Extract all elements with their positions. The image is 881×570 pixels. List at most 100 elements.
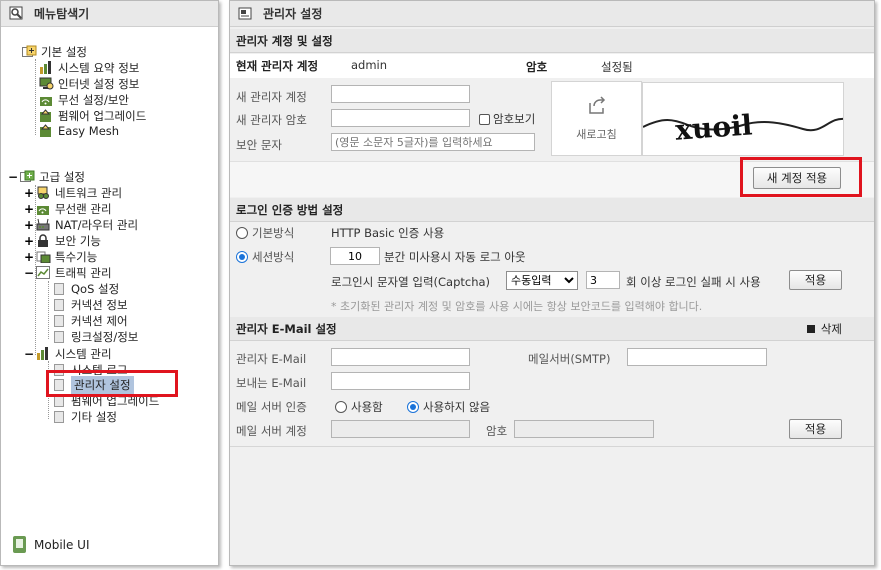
login-captcha-label: 로그인시 문자열 입력(Captcha) — [331, 275, 491, 289]
tree-item-system-management[interactable]: − 시스템 관리 — [24, 346, 112, 361]
menu-explorer-title: 메뉴탐색기 — [34, 7, 90, 21]
captcha-mode-select[interactable]: 수동입력 — [506, 271, 578, 290]
current-account-value: admin — [351, 58, 388, 72]
password-label: 암호 — [526, 60, 548, 74]
expand-icon[interactable]: + — [24, 202, 34, 216]
page-icon — [54, 330, 64, 343]
tree-item-traffic[interactable]: − 트래픽 관리 — [24, 265, 112, 280]
new-pw-input[interactable] — [331, 109, 470, 127]
session-minutes-input[interactable] — [330, 247, 380, 265]
captcha-text: xuoil — [674, 108, 753, 146]
traffic-chart-icon — [36, 266, 51, 279]
new-pw-label: 새 관리자 암호 — [236, 113, 307, 127]
expand-icon[interactable]: + — [24, 234, 34, 248]
tree-item-link-settings[interactable]: 링크설정/정보 — [54, 329, 138, 344]
captcha-input[interactable] — [331, 133, 535, 151]
tree-item-connection-info[interactable]: 커넥션 정보 — [54, 297, 128, 312]
network-icon — [36, 186, 51, 199]
session-auth-radio[interactable]: 세션방식 — [236, 249, 294, 265]
mesh-icon — [39, 124, 54, 137]
collapse-icon[interactable]: − — [24, 347, 34, 361]
refresh-icon — [588, 95, 605, 114]
captcha-image: xuoil — [642, 82, 844, 156]
account-section-header: 관리자 계정 및 설정 — [230, 29, 874, 53]
bar-chart-icon — [39, 61, 54, 74]
tree-item-connection-control[interactable]: 커넥션 제어 — [54, 313, 128, 328]
search-icon — [9, 6, 24, 21]
page-icon — [54, 282, 64, 295]
tree-basic-settings[interactable]: 기본 설정 — [22, 44, 87, 59]
delete-email-button[interactable]: 삭제 — [806, 321, 842, 337]
tree-item-network[interactable]: + 네트워크 관리 — [24, 185, 122, 200]
globe-computer-icon — [39, 77, 54, 90]
radio-off-icon[interactable] — [236, 227, 248, 239]
tree-item-easy-mesh[interactable]: Easy Mesh — [39, 123, 119, 138]
tree-item-internet-info[interactable]: 인터넷 설정 정보 — [39, 76, 139, 91]
tree-item-other-settings[interactable]: 기타 설정 — [54, 409, 117, 424]
tree-item-qos[interactable]: QoS 설정 — [54, 281, 119, 296]
smtp-label: 메일서버(SMTP) — [528, 352, 611, 366]
expand-icon[interactable]: + — [24, 218, 34, 232]
radio-on-icon[interactable] — [236, 251, 248, 263]
email-apply-button[interactable]: 적용 — [789, 419, 842, 439]
page-title: 관리자 설정 — [263, 7, 323, 21]
firmware-icon — [39, 109, 54, 122]
page-icon — [54, 314, 64, 327]
delete-icon — [806, 324, 815, 333]
mobile-phone-icon — [13, 536, 26, 553]
mail-pw-input[interactable] — [514, 420, 654, 438]
tree-item-wlan[interactable]: + 무선랜 관리 — [24, 201, 112, 216]
tree-item-security[interactable]: + 보안 기능 — [24, 233, 101, 248]
window-icon — [238, 6, 253, 21]
expand-icon[interactable]: + — [24, 250, 34, 264]
tree-item-nat-router[interactable]: + NAT/라우터 관리 — [24, 217, 138, 232]
smtp-input[interactable] — [627, 348, 767, 366]
collapse-icon[interactable]: − — [8, 170, 18, 184]
mail-account-input[interactable] — [331, 420, 470, 438]
basic-auth-radio[interactable]: 기본방식 — [236, 225, 294, 241]
new-id-label: 새 관리자 계정 — [236, 90, 307, 104]
mobile-ui-link[interactable]: Mobile UI — [13, 536, 90, 553]
mail-auth-label: 메일 서버 인증 — [236, 400, 307, 414]
login-section-header: 로그인 인증 방법 설정 — [230, 198, 874, 222]
bar-chart-icon — [36, 347, 51, 360]
folder-settings-icon — [20, 170, 35, 183]
menu-explorer-header: 메뉴탐색기 — [1, 1, 218, 27]
tree-basic-settings-label: 기본 설정 — [41, 44, 87, 59]
tree-item-wireless-security[interactable]: 무선 설정/보안 — [39, 92, 129, 107]
expand-icon[interactable]: + — [24, 186, 34, 200]
tree-item-special[interactable]: + 특수기능 — [24, 249, 97, 264]
login-apply-button[interactable]: 적용 — [789, 270, 842, 290]
email-section-header: 관리자 E-Mail 설정 삭제 — [230, 317, 874, 341]
page-icon — [54, 410, 64, 423]
captcha-label: 보안 문자 — [236, 138, 282, 152]
password-status: 설정됨 — [601, 60, 633, 74]
lock-icon — [36, 234, 51, 247]
special-function-icon — [36, 250, 51, 264]
admin-email-label: 관리자 E-Mail — [236, 352, 307, 366]
show-password-checkbox[interactable]: 암호보기 — [479, 111, 535, 127]
login-note: * 초기화된 관리자 계정 및 암호를 사용 시에는 항상 보안코드를 입력해야… — [331, 300, 703, 313]
radio-off-icon[interactable] — [335, 401, 347, 413]
folder-settings-icon — [22, 45, 37, 58]
auth-none-radio[interactable]: 사용하지 않음 — [407, 399, 490, 415]
admin-email-input[interactable] — [331, 348, 470, 366]
router-icon — [36, 218, 51, 231]
mail-pw-label: 암호 — [486, 424, 508, 438]
checkbox-icon[interactable] — [479, 113, 490, 125]
new-id-input[interactable] — [331, 85, 470, 103]
refresh-button[interactable]: 새로고침 — [551, 81, 642, 156]
basic-auth-desc: HTTP Basic 인증 사용 — [331, 226, 445, 240]
auth-use-radio[interactable]: 사용함 — [335, 399, 383, 415]
wifi-icon — [39, 93, 54, 106]
tree-item-system-summary[interactable]: 시스템 요약 정보 — [39, 60, 139, 75]
sender-email-input[interactable] — [331, 372, 470, 390]
content-panel: 관리자 설정 관리자 계정 및 설정 현재 관리자 계정 admin 암호 설정… — [229, 0, 875, 566]
tree-advanced-settings[interactable]: − 고급 설정 — [8, 169, 85, 184]
tree-item-firmware-upgrade[interactable]: 펌웨어 업그레이드 — [39, 108, 146, 123]
radio-on-icon[interactable] — [407, 401, 419, 413]
page-icon — [54, 298, 64, 311]
fail-count-input[interactable] — [586, 271, 620, 289]
highlight-box — [46, 370, 178, 397]
collapse-icon[interactable]: − — [24, 266, 34, 280]
